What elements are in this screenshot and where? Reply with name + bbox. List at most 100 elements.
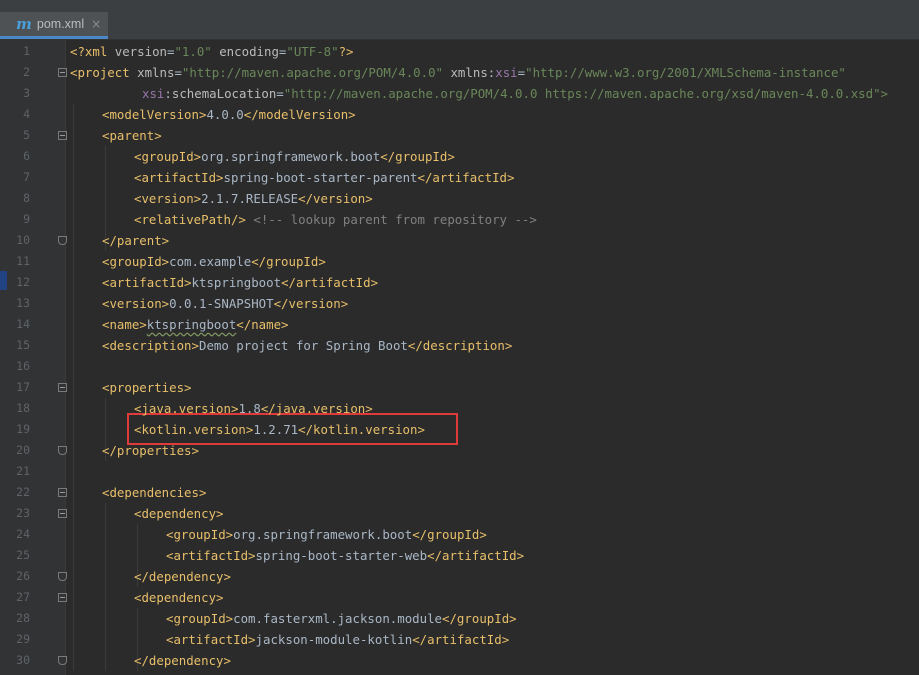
code-token: =: [174, 65, 182, 80]
code-token: <kotlin.version>: [134, 422, 254, 437]
line-number: 21: [16, 464, 30, 478]
code-line[interactable]: <dependency>: [134, 503, 224, 524]
code-token: xmlns: [137, 65, 175, 80]
code-line[interactable]: <description>Demo project for Spring Boo…: [102, 335, 512, 356]
tab-pom-xml[interactable]: m pom.xml ×: [0, 12, 108, 39]
code-token: =: [276, 86, 284, 101]
code-token: 1.2.71: [253, 422, 299, 437]
line-number: 13: [16, 296, 30, 310]
line-number: 7: [23, 170, 30, 184]
code-token: </java.version>: [260, 401, 373, 416]
code-token: <version>: [134, 191, 202, 206]
code-token: 2.1.7.RELEASE: [201, 191, 299, 206]
code-line[interactable]: <artifactId>ktspringboot</artifactId>: [102, 272, 378, 293]
code-line[interactable]: <properties>: [102, 377, 192, 398]
code-line[interactable]: <groupId>org.springframework.boot</group…: [166, 524, 487, 545]
code-line[interactable]: <java.version>1.8</java.version>: [134, 398, 373, 419]
code-token: jackson-module-kotlin: [255, 632, 413, 647]
code-line[interactable]: <dependencies>: [102, 482, 206, 503]
maven-m-icon: m: [16, 14, 32, 33]
code-line[interactable]: </dependency>: [134, 650, 231, 671]
line-number: 8: [23, 191, 30, 205]
code-token: 1.8: [238, 401, 261, 416]
code-token: </description>: [407, 338, 513, 353]
line-number: 24: [16, 527, 30, 541]
code-token: <java.version>: [134, 401, 239, 416]
code-line[interactable]: <project xmlns="http://maven.apache.org/…: [70, 62, 846, 83]
code-token: </dependency>: [134, 569, 231, 584]
code-line[interactable]: <kotlin.version>1.2.71</kotlin.version>: [134, 419, 425, 440]
code-line[interactable]: <dependency>: [134, 587, 224, 608]
line-number: 20: [16, 443, 30, 457]
code-line[interactable]: <modelVersion>4.0.0</modelVersion>: [102, 104, 356, 125]
code-token: </artifactId>: [281, 275, 379, 290]
line-number: 3: [23, 86, 30, 100]
line-number: 18: [16, 401, 30, 415]
code-line[interactable]: <artifactId>spring-boot-starter-web</art…: [166, 545, 524, 566]
line-number: 1: [23, 44, 30, 58]
code-token: org.springframework.boot: [201, 149, 381, 164]
line-number: 16: [16, 359, 30, 373]
code-token: com.fasterxml.jackson.module: [233, 611, 443, 626]
code-line[interactable]: <version>0.0.1-SNAPSHOT</version>: [102, 293, 348, 314]
code-token: <parent>: [102, 128, 162, 143]
indent-guide: [73, 104, 74, 671]
code-token: <dependencies>: [102, 485, 207, 500]
line-number: 9: [23, 212, 30, 226]
code-token: "http://maven.apache.org/POM/4.0.0": [181, 65, 444, 80]
code-line[interactable]: <groupId>com.example</groupId>: [102, 251, 326, 272]
code-token: spring-boot-starter-parent: [223, 170, 418, 185]
line-number: 25: [16, 548, 30, 562]
code-token: xmlns: [443, 65, 488, 80]
line-number: 27: [16, 590, 30, 604]
code-line[interactable]: <relativePath/> <!-- lookup parent from …: [134, 209, 537, 230]
editor-tab-bar: m pom.xml ×: [0, 0, 919, 40]
code-token: <groupId>: [102, 254, 170, 269]
code-token: ktspringboot: [191, 275, 282, 290]
code-token: </properties>: [102, 443, 199, 458]
close-icon[interactable]: ×: [91, 17, 101, 31]
code-token: </artifactId>: [427, 548, 525, 563]
line-number: 26: [16, 569, 30, 583]
indent-guide: [105, 503, 106, 671]
code-line[interactable]: xsi:schemaLocation="http://maven.apache.…: [142, 83, 888, 104]
code-line[interactable]: <?xml version="1.0" encoding="UTF-8"?>: [70, 41, 354, 62]
line-number: 22: [16, 485, 30, 499]
line-number: 5: [23, 128, 30, 142]
code-line[interactable]: </dependency>: [134, 566, 231, 587]
code-token: ktspringboot: [146, 317, 237, 332]
code-line[interactable]: <groupId>org.springframework.boot</group…: [134, 146, 455, 167]
code-token: <dependency>: [134, 590, 224, 605]
code-token: <groupId>: [166, 611, 234, 626]
code-line[interactable]: <artifactId>spring-boot-starter-parent</…: [134, 167, 514, 188]
code-token: ?>: [338, 44, 354, 59]
code-token: </artifactId>: [412, 632, 510, 647]
code-line[interactable]: <parent>: [102, 125, 162, 146]
code-line[interactable]: </properties>: [102, 440, 199, 461]
line-number: 11: [16, 254, 30, 268]
code-token: Demo project for Spring Boot: [198, 338, 408, 353]
code-token: :: [164, 86, 172, 101]
code-token: version: [114, 44, 167, 59]
code-editor[interactable]: <?xml version="1.0" encoding="UTF-8"?> <p…: [66, 40, 919, 675]
code-token: "http://maven.apache.org/POM/4.0.0 https…: [283, 86, 889, 101]
line-number: 2: [23, 65, 30, 79]
code-token: "http://www.w3.org/2001/XMLSchema-instan…: [525, 65, 846, 80]
line-number: 23: [16, 506, 30, 520]
code-token: encoding: [211, 44, 279, 59]
line-number: 12: [16, 275, 30, 289]
code-token: <?xml: [70, 44, 115, 59]
code-line[interactable]: <name>ktspringboot</name>: [102, 314, 289, 335]
code-line[interactable]: </parent>: [102, 230, 169, 251]
code-token: </parent>: [102, 233, 170, 248]
code-token: <groupId>: [166, 527, 234, 542]
code-token: <artifactId>: [166, 548, 256, 563]
code-line[interactable]: <groupId>com.fasterxml.jackson.module</g…: [166, 608, 517, 629]
code-line[interactable]: <artifactId>jackson-module-kotlin</artif…: [166, 629, 509, 650]
code-line[interactable]: <version>2.1.7.RELEASE</version>: [134, 188, 373, 209]
line-number: 10: [16, 233, 30, 247]
code-token: =: [517, 65, 526, 80]
code-token: <version>: [102, 296, 170, 311]
code-token: </dependency>: [134, 653, 231, 668]
code-token: xsi: [142, 86, 165, 101]
